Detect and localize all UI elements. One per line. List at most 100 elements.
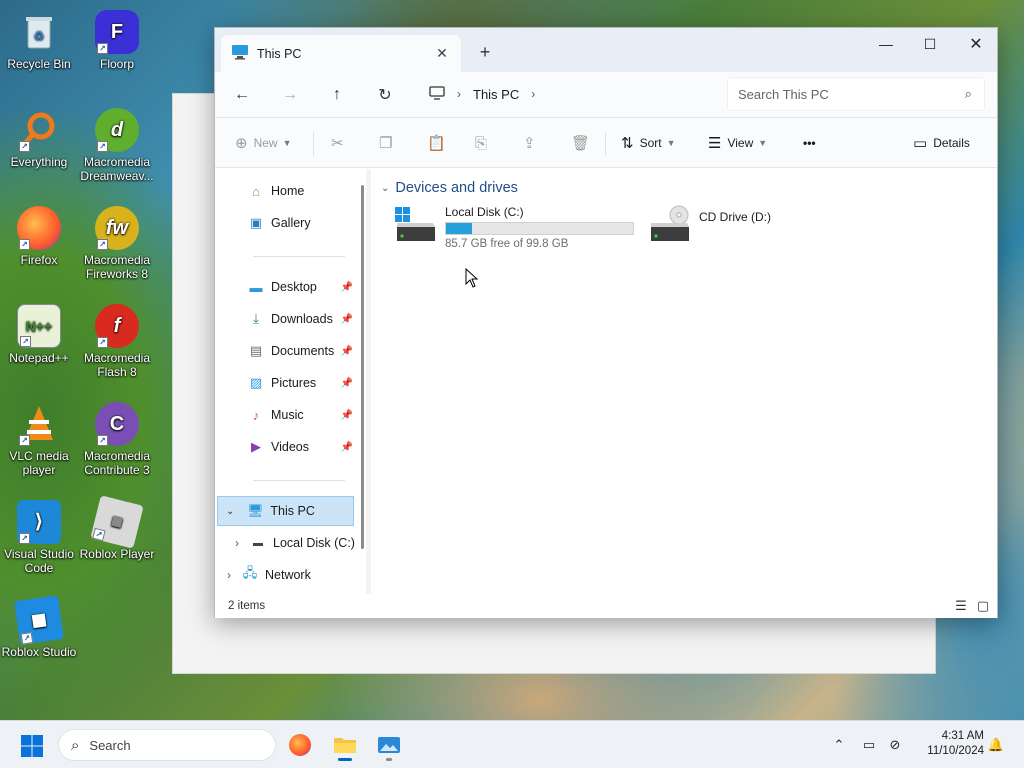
desktop-icon-everything[interactable]: ↗ Everything	[0, 108, 78, 169]
details-view-icon[interactable]: ☰	[953, 598, 969, 614]
sidebar-item-videos[interactable]: ▶ Videos 📌	[215, 432, 357, 462]
sidebar-item-documents[interactable]: ▤ Documents 📌	[215, 336, 357, 366]
close-window-button[interactable]: ✕	[953, 28, 999, 60]
sidebar-item-pictures[interactable]: ▨ Pictures 📌	[215, 368, 357, 398]
display-icon[interactable]: ▭	[858, 733, 880, 757]
desktop-icon-contribute[interactable]: C ↗ Macromedia Contribute 3	[78, 402, 156, 477]
desktop-icon-floorp[interactable]: F ↗ Floorp	[78, 10, 156, 71]
sidebar-item-home[interactable]: ⌂ Home	[215, 176, 357, 206]
status-bar: 2 items ☰ ▢	[215, 594, 997, 618]
file-explorer-window: This PC ✕ + — ☐ ✕ ← → ↑ ↻ › This PC › Se…	[214, 27, 998, 618]
tab-this-pc[interactable]: This PC ✕	[221, 35, 461, 72]
notification-bell-icon[interactable]: 🔔	[986, 733, 1006, 757]
chevron-right-icon[interactable]: ›	[457, 87, 461, 101]
sidebar-item-downloads[interactable]: ⤓ Downloads 📌	[215, 304, 357, 334]
windows-logo-icon	[21, 735, 43, 757]
taskbar-search-box[interactable]: ⌕ Search	[58, 729, 276, 761]
delete-button[interactable]: 🗑	[571, 131, 596, 155]
paste-button[interactable]: 📋	[427, 131, 452, 155]
view-list-icon: ☰	[708, 135, 722, 152]
network-disconnected-icon[interactable]: ⊘	[884, 733, 906, 757]
desktop-icon-dreamweaver[interactable]: d ↗ Macromedia Dreamweav...	[78, 108, 156, 183]
taskbar-photos[interactable]	[372, 729, 406, 761]
chevron-up-icon[interactable]: ⌃	[829, 733, 849, 757]
chevron-down-icon[interactable]: ⌄	[226, 506, 234, 517]
fireworks-icon: fw ↗	[95, 206, 139, 250]
desktop-icon-recycle-bin[interactable]: ♻ Recycle Bin	[0, 10, 78, 71]
item-count: 2 items	[228, 600, 266, 612]
desktop-icon-label: Firefox	[20, 253, 58, 267]
start-button[interactable]	[16, 730, 48, 762]
sidebar-item-local-disk[interactable]: › ▬ Local Disk (C:)	[215, 528, 357, 558]
refresh-icon[interactable]: ↻	[370, 80, 400, 110]
music-icon: ♪	[252, 407, 260, 423]
home-icon: ⌂	[252, 183, 260, 199]
search-placeholder: Search This PC	[738, 86, 829, 102]
pin-icon[interactable]: 📌	[341, 378, 353, 389]
desktop-icon-firefox[interactable]: ↗ Firefox	[0, 206, 78, 267]
desktop-icon-flash[interactable]: f ↗ Macromedia Flash 8	[78, 304, 156, 379]
title-bar[interactable]: This PC ✕ + — ☐ ✕	[215, 28, 997, 72]
sidebar-item-label: Music	[271, 408, 304, 422]
view-button[interactable]: ☰ View ▼	[708, 131, 767, 155]
tiles-view-icon[interactable]: ▢	[975, 598, 991, 614]
firefox-icon	[289, 734, 311, 756]
copy-icon: ❐	[379, 135, 393, 152]
chevron-right-icon[interactable]: ›	[235, 536, 239, 550]
chevron-right-icon[interactable]: ›	[227, 568, 231, 582]
minimize-button[interactable]: —	[863, 28, 909, 60]
hard-drive-windows-icon	[393, 205, 439, 245]
notepadpp-icon: N++ ↗	[17, 304, 61, 348]
forward-arrow-icon[interactable]: →	[275, 80, 305, 110]
group-header-devices[interactable]: ⌄ Devices and drives	[381, 180, 518, 196]
sidebar-item-network[interactable]: › 🖧 Network	[215, 560, 357, 590]
pin-icon[interactable]: 📌	[341, 442, 353, 453]
taskbar-file-explorer[interactable]	[328, 729, 362, 761]
pin-icon[interactable]: 📌	[341, 282, 353, 293]
desktop-icon-vscode[interactable]: ⟩ ↗ Visual Studio Code	[0, 500, 78, 575]
sort-button[interactable]: ⇅ Sort ▼	[621, 131, 676, 155]
back-arrow-icon[interactable]: ←	[227, 80, 257, 110]
chevron-down-icon: ▼	[282, 138, 292, 148]
address-bar[interactable]: › This PC ›	[419, 77, 717, 111]
copy-button[interactable]: ❐	[379, 131, 398, 155]
desktop-icon-roblox-studio[interactable]: ◼ ↗ Roblox Studio	[0, 595, 78, 659]
new-button[interactable]: ⊕ New ▼	[235, 131, 292, 155]
desktop-icon-fireworks[interactable]: fw ↗ Macromedia Fireworks 8	[78, 206, 156, 281]
sidebar-item-label: Gallery	[271, 216, 311, 230]
cut-button[interactable]: ✂	[331, 131, 350, 155]
pin-icon[interactable]: 📌	[341, 314, 353, 325]
rename-button[interactable]: ⎘	[475, 131, 493, 155]
desktop-icon-notepadpp[interactable]: N++ ↗ Notepad++	[0, 304, 78, 365]
new-tab-button[interactable]: +	[473, 40, 497, 64]
search-icon: ⌕	[71, 736, 80, 754]
share-button[interactable]: ⇪	[523, 131, 542, 155]
sidebar-item-gallery[interactable]: ▣ Gallery	[215, 208, 357, 238]
sidebar-item-music[interactable]: ♪ Music 📌	[215, 400, 357, 430]
search-input[interactable]: Search This PC ⌕	[727, 77, 985, 111]
pin-icon[interactable]: 📌	[341, 346, 353, 357]
sidebar-scrollbar[interactable]	[361, 185, 364, 549]
breadcrumb-this-pc[interactable]: This PC	[473, 87, 519, 102]
up-arrow-icon[interactable]: ↑	[322, 80, 352, 110]
vlc-icon: ↗	[17, 402, 61, 446]
chevron-right-icon[interactable]: ›	[531, 87, 535, 101]
sidebar-item-desktop[interactable]: ▬ Desktop 📌	[215, 272, 357, 302]
mouse-cursor-icon	[465, 268, 479, 288]
drive-cd-d[interactable]: CD Drive (D:)	[647, 205, 771, 255]
flash-icon: f ↗	[95, 304, 139, 348]
more-options-button[interactable]: •••	[803, 131, 816, 155]
sidebar-item-this-pc[interactable]: ⌄ 🖥 This PC	[217, 496, 354, 526]
desktop-icon-label: VLC media player	[9, 449, 69, 477]
taskbar-firefox[interactable]	[283, 729, 317, 761]
desktop-icon-roblox-player[interactable]: ■ ↗ Roblox Player	[78, 495, 156, 561]
desktop-icon-vlc[interactable]: ↗ VLC media player	[0, 402, 78, 477]
close-tab-icon[interactable]: ✕	[431, 43, 453, 65]
drive-local-disk-c[interactable]: Local Disk (C:) 85.7 GB free of 99.8 GB	[393, 205, 634, 255]
pin-icon[interactable]: 📌	[341, 410, 353, 421]
navigation-pane: ⌂ Home ▣ Gallery ▬ Desktop 📌 ⤓ Downloads…	[215, 169, 365, 594]
chevron-down-icon[interactable]: ⌄	[381, 183, 389, 194]
details-button[interactable]: ▭ Details	[913, 131, 970, 155]
clock[interactable]: 4:31 AM 11/10/2024	[914, 729, 984, 759]
maximize-button[interactable]: ☐	[907, 28, 953, 60]
